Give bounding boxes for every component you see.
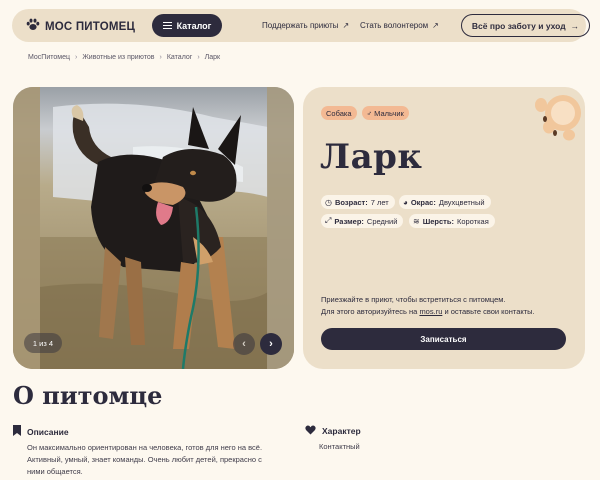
- clock-icon: ◷: [325, 197, 332, 207]
- attr-label: Размер:: [334, 216, 364, 226]
- breadcrumb-current: Ларк: [204, 54, 221, 61]
- breadcrumb-item[interactable]: МосПитомец: [28, 54, 70, 61]
- signup-button[interactable]: Записаться: [321, 328, 566, 350]
- breadcrumb: МосПитомец › Животные из приютов › Катал…: [28, 54, 220, 61]
- visit-info-text-part: Для этого авторизуйтесь на: [321, 307, 420, 316]
- chevron-right-icon: ›: [159, 54, 162, 61]
- dog-photo-image: [13, 87, 294, 369]
- site-header: МОС ПИТОМЕЦ Каталог Поддержать приюты ↗ …: [12, 9, 590, 42]
- prev-photo-button[interactable]: ‹: [233, 333, 255, 355]
- description-line: Он максимально ориентирован на человека,…: [27, 443, 263, 452]
- care-guide-button[interactable]: Всё про заботу и уход →: [461, 14, 590, 37]
- nav-link-become-volunteer[interactable]: Стать волонтером ↗: [360, 21, 439, 30]
- chevron-left-icon: ‹: [242, 338, 246, 350]
- visit-info-line: Для этого авторизуйтесь на mos.ru и оста…: [321, 306, 535, 318]
- heart-icon: [305, 425, 316, 437]
- about-title: О питомце: [13, 381, 163, 410]
- menu-icon: [162, 22, 172, 29]
- pet-tags: Собака ♂ Мальчик: [321, 106, 409, 120]
- pet-photo: [13, 87, 294, 369]
- arrow-up-right-icon: ↗: [342, 21, 350, 30]
- breadcrumb-item[interactable]: Животные из приютов: [82, 54, 154, 61]
- attr-value: Короткая: [456, 216, 489, 226]
- description-line: ними общается.: [27, 467, 83, 476]
- attr-label: Шерсть:: [422, 216, 454, 226]
- visit-info-text: Приезжайте в приют, чтобы встретиться с …: [321, 294, 535, 318]
- character-heading: Характер: [305, 425, 361, 437]
- attr-coat: ≋ Шерсть: Короткая: [409, 214, 495, 228]
- mos-ru-link[interactable]: mos.ru: [419, 307, 442, 316]
- care-guide-button-label: Всё про заботу и уход: [471, 20, 566, 31]
- logo-text: МОС ПИТОМЕЦ: [45, 21, 136, 33]
- tag-species: Собака: [321, 106, 357, 120]
- breadcrumb-item[interactable]: Каталог: [167, 54, 192, 61]
- paw-logo-icon: [26, 18, 40, 36]
- description-section: Описание Он максимально ориентирован на …: [13, 425, 262, 478]
- fur-icon: ≋: [413, 216, 420, 226]
- attr-color: ◕ Окрас: Двухцветный: [399, 195, 491, 209]
- character-section: Характер Контактный: [305, 425, 361, 453]
- next-photo-button[interactable]: ›: [260, 333, 282, 355]
- character-heading-label: Характер: [322, 426, 361, 436]
- catalog-button[interactable]: Каталог: [152, 14, 222, 37]
- tag-label: Собака: [326, 108, 352, 118]
- nav-link-label: Стать волонтером: [360, 21, 429, 30]
- description-line: Активный, умный, знает команды. Очень лю…: [27, 455, 262, 464]
- arrow-up-right-icon: ↗: [432, 21, 439, 30]
- description-text: Он максимально ориентирован на человека,…: [27, 442, 262, 478]
- attr-value: Двухцветный: [438, 197, 485, 207]
- pet-info-card: Собака ♂ Мальчик Ларк ◷ Возраст: 7 лет ◕…: [303, 87, 585, 369]
- catalog-button-label: Каталог: [176, 20, 212, 31]
- palette-icon: ◕: [403, 197, 408, 207]
- tag-sex: ♂ Мальчик: [361, 106, 409, 120]
- pet-name: Ларк: [320, 137, 423, 177]
- description-heading-label: Описание: [27, 426, 69, 437]
- nav-link-label: Поддержать приюты: [262, 21, 339, 30]
- ruler-icon: ⤢: [325, 216, 332, 225]
- attr-size: ⤢ Размер: Средний: [321, 214, 404, 228]
- attr-label: Окрас:: [410, 197, 436, 207]
- visit-info-text-part: и оставьте свои контакты.: [442, 307, 535, 316]
- logo[interactable]: МОС ПИТОМЕЦ: [26, 18, 135, 36]
- nav-link-support-shelters[interactable]: Поддержать приюты ↗: [262, 21, 349, 30]
- description-heading: Описание: [13, 425, 262, 438]
- paw-decoration-icon: [535, 95, 581, 141]
- chevron-right-icon: ›: [197, 54, 200, 61]
- photo-counter: 1 из 4: [24, 333, 62, 353]
- male-icon: ♂: [366, 108, 373, 118]
- attr-value: 7 лет: [370, 197, 389, 207]
- bookmark-icon: [13, 425, 21, 438]
- attr-label: Возраст:: [334, 197, 368, 207]
- attr-value: Средний: [366, 216, 398, 226]
- tag-label: Мальчик: [374, 108, 404, 118]
- chevron-right-icon: ›: [74, 54, 78, 61]
- visit-info-line: Приезжайте в приют, чтобы встретиться с …: [321, 295, 506, 304]
- character-text: Контактный: [319, 442, 360, 451]
- attr-age: ◷ Возраст: 7 лет: [321, 195, 395, 209]
- arrow-right-icon: →: [570, 20, 580, 31]
- chevron-right-icon: ›: [269, 338, 273, 350]
